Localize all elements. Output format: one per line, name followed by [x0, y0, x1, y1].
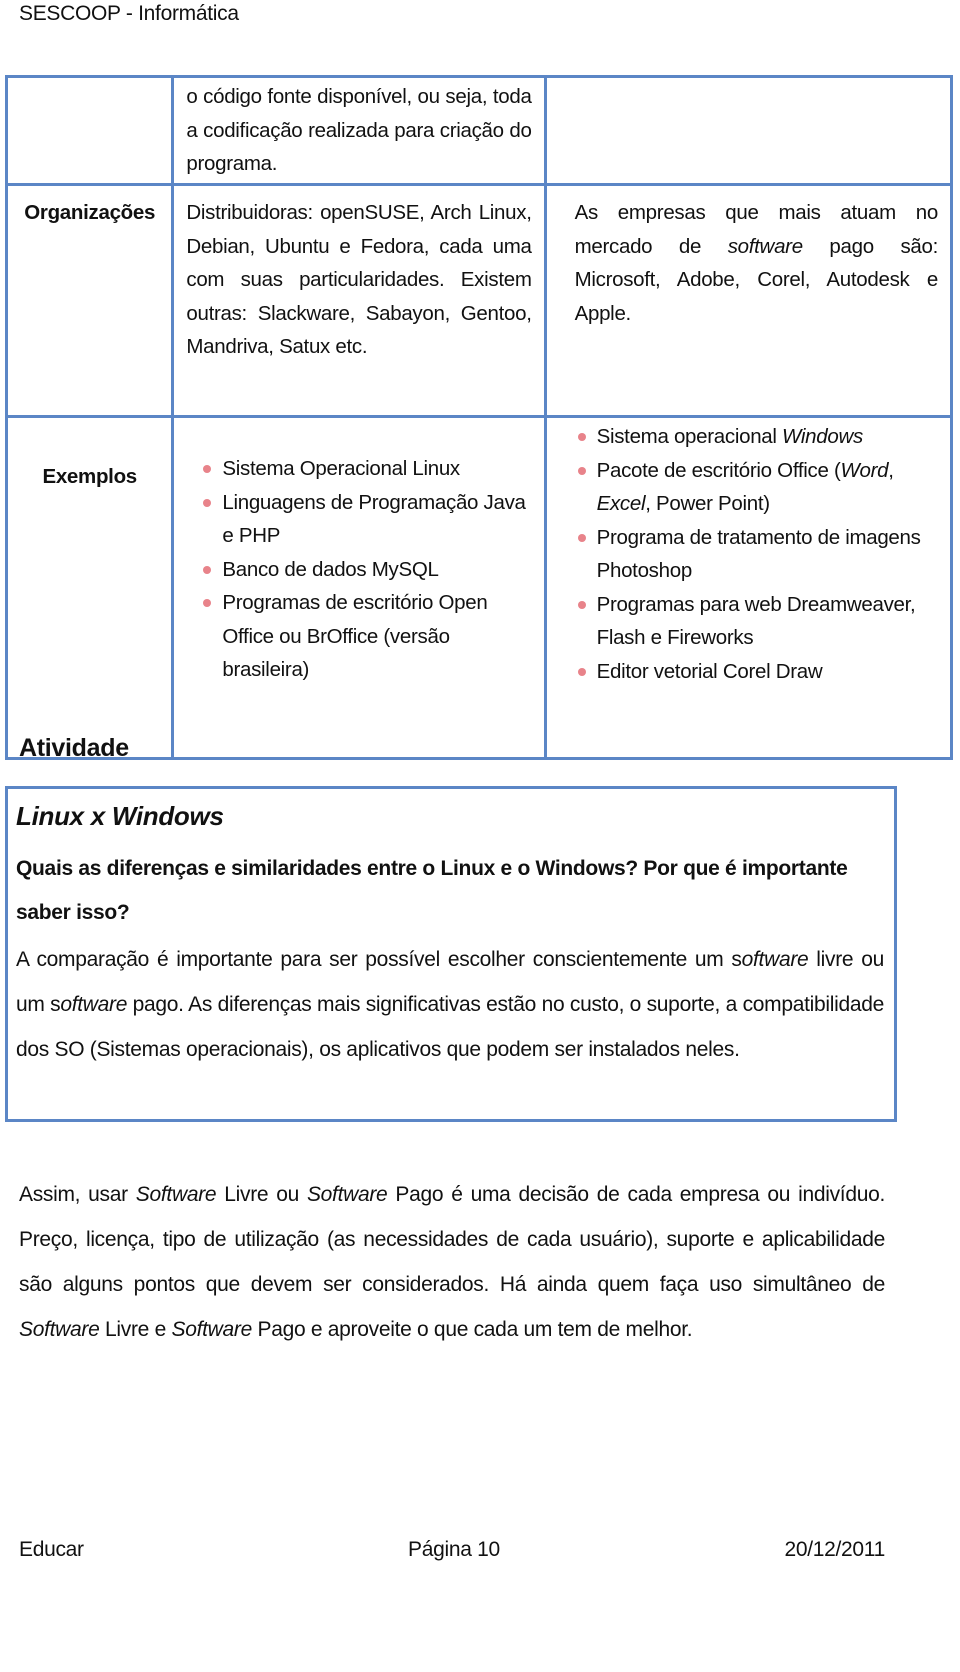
list-item: Sistema Operacional Linux — [200, 452, 531, 486]
row-label: Organizações — [4, 183, 175, 418]
list-item: Programas para web Dreamweaver, Flash e … — [575, 588, 938, 655]
activity-question: Quais as diferenças e similaridades entr… — [16, 857, 848, 924]
list-item-text: Linguagens de Programação Java e PHP — [222, 490, 526, 548]
bullet-icon — [203, 465, 212, 473]
text-run-italic: oftware — [60, 993, 128, 1016]
footer-date: 20/12/2011 — [784, 1538, 885, 1561]
bullet-icon — [203, 599, 212, 607]
list-item: Linguagens de Programação Java e PHP — [200, 486, 531, 553]
bullet-icon — [203, 565, 212, 574]
list-item: Programa de tratamento de imagens Photos… — [575, 521, 938, 588]
bullet-icon — [577, 466, 586, 475]
list-item-text: Programas de escritório Open Office ou B… — [222, 591, 488, 681]
list-item: Editor vetorial Corel Draw — [575, 655, 938, 689]
text-run-italic: Windows — [782, 425, 863, 448]
list-item: Banco de dados MySQL — [200, 553, 531, 587]
table-row-organizacoes: Organizações Distribuidoras: openSUSE, A… — [4, 183, 954, 418]
list-item: Programas de escritório Open Office ou B… — [200, 586, 531, 687]
text-run: Editor vetorial Corel Draw — [596, 659, 823, 683]
text-run: Livre ou — [216, 1183, 307, 1206]
text-run-italic: Software — [135, 1183, 217, 1206]
section-title-atividade: Atividade — [19, 734, 129, 762]
text-run-italic: Software — [306, 1183, 388, 1206]
paid-software-cell: As empresas que mais atuam no mercado de… — [543, 183, 954, 418]
text-run: Pago e aproveite o que cada um tem de me… — [251, 1318, 693, 1341]
text-run: , Power Point) — [645, 492, 770, 515]
list-item-text: Banco de dados MySQL — [222, 557, 439, 581]
table-row-continuation: o código fonte disponível, ou seja, toda… — [4, 75, 954, 186]
activity-box: Linux x Windows Quais as diferenças e si… — [5, 786, 897, 1122]
text-run: Programa de tratamento de imagens Photos… — [596, 525, 921, 583]
list-item: Pacote de escritório Office (Word, Excel… — [575, 454, 938, 521]
text-run: Assim, usar — [19, 1183, 136, 1206]
comparison-table: o código fonte disponível, ou seja, toda… — [4, 75, 954, 760]
paid-examples-list: Sistema operacional Windows Pacote de es… — [575, 420, 938, 688]
footer-left-text: Educar — [19, 1538, 84, 1561]
bullet-icon — [577, 667, 586, 676]
text-run-italic: software — [727, 234, 803, 258]
text-run-italic: Software — [171, 1318, 252, 1341]
text-run-italic: Software — [19, 1318, 100, 1341]
activity-answer: A comparação é importante para ser possí… — [16, 937, 884, 1072]
free-software-examples-cell: Sistema Operacional Linux Linguagens de … — [171, 415, 547, 760]
list-item-text: Sistema Operacional Linux — [222, 457, 460, 480]
text-run-italic: Excel — [596, 492, 646, 515]
text-run: Pacote de escritório Office ( — [596, 458, 841, 482]
activity-heading: Linux x Windows — [16, 801, 224, 831]
row-label: Exemplos — [4, 415, 175, 760]
free-software-cell: o código fonte disponível, ou seja, toda… — [171, 75, 547, 186]
text-run-italic: oftware — [741, 948, 809, 971]
page-footer: Educar Página 10 20/12/2011 — [19, 1538, 885, 1568]
text-run: pago. As diferenças mais significativas … — [16, 993, 885, 1061]
free-examples-list: Sistema Operacional Linux Linguagens de … — [200, 452, 531, 687]
closing-paragraph: Assim, usar Software Livre ou Software P… — [19, 1172, 885, 1352]
page-number: Página 10 — [408, 1538, 500, 1561]
row-label — [4, 75, 175, 186]
bullet-icon — [577, 533, 586, 542]
list-item: Sistema operacional Windows — [575, 420, 938, 454]
text-run: Livre e — [99, 1318, 172, 1341]
free-software-cell: Distribuidoras: openSUSE, Arch Linux, De… — [171, 183, 547, 418]
document-header-title: SESCOOP - Informática — [19, 2, 239, 25]
text-run-italic: Word — [840, 458, 889, 482]
text-run: Sistema operacional — [596, 425, 783, 448]
text-run: Programas para web Dreamweaver, Flash e … — [596, 592, 916, 650]
paid-software-cell — [543, 75, 954, 186]
bullet-icon — [203, 498, 212, 507]
bullet-icon — [577, 600, 586, 609]
table-row-exemplos: Exemplos Sistema Operacional Linux Lingu… — [4, 415, 954, 760]
bullet-icon — [577, 433, 586, 441]
paid-software-examples-cell: Sistema operacional Windows Pacote de es… — [543, 415, 954, 760]
text-run: , — [888, 458, 894, 482]
text-run: A comparação é importante para ser possí… — [16, 948, 742, 971]
